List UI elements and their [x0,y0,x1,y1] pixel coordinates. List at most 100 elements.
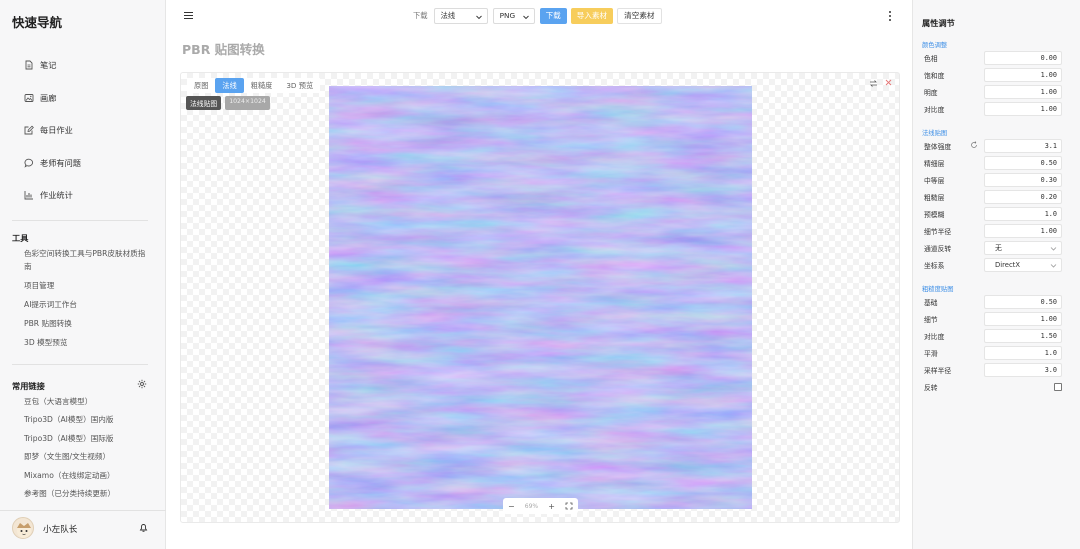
prop-label: 预模糊 [924,211,945,219]
base-input[interactable]: 0.50 [984,295,1062,309]
user-bar: 小左队长 [0,510,166,549]
channel-invert-value: 无 [995,244,1002,252]
link-item[interactable]: Mixamo（在线绑定动画） [24,467,159,485]
tool-item-pbr-convert[interactable]: PBR 贴图转换 [24,318,152,331]
avatar[interactable] [12,517,34,539]
section-normal-map: 法线贴图 [922,130,948,137]
format-value: PNG [499,11,516,20]
link-item[interactable]: 即梦（文生图/文生视频） [24,448,159,466]
menu-icon[interactable] [183,10,194,21]
import-button[interactable]: 导入素材 [570,7,614,24]
prop-label: 饱和度 [924,72,945,80]
prop-row: 明度 1.00 [924,85,1074,99]
tool-item-ai-prompt[interactable]: AI提示词工作台 [24,299,152,312]
prop-label-text: 整体强度 [924,143,952,151]
prop-row: 采样半径 3.0 [924,363,1074,377]
download-button[interactable]: 下载 [539,7,567,24]
nav-label: 作业统计 [40,190,73,201]
medium-layer-input[interactable]: 0.30 [984,173,1062,187]
tab-original[interactable]: 原图 [187,78,215,93]
tab-roughness[interactable]: 粗糙度 [244,78,280,93]
swap-icon[interactable] [869,79,878,88]
prop-label: 色相 [924,55,938,63]
prop-label: 细节半径 [924,228,952,236]
prop-row: 粗糙层 0.20 [924,190,1074,204]
tool-item-color-space[interactable]: 色彩空间转换工具与PBR皮肤材质指南 [24,248,152,273]
map-type-select[interactable]: 法线 [433,7,488,24]
nav-label: 笔记 [40,60,57,71]
sidebar-divider [12,364,148,365]
reset-icon[interactable] [970,141,978,149]
zoom-control: − 69% + [503,498,578,514]
more-options-icon[interactable] [887,10,893,22]
prop-label: 中等层 [924,177,945,185]
bell-icon[interactable] [138,522,149,533]
channel-invert-select[interactable]: 无 [984,241,1062,255]
nav-item-ask-teacher[interactable]: 老师有问题 [0,147,166,180]
nav-item-gallery[interactable]: 画廊 [0,82,166,115]
properties-panel: 属性调节 颜色调整 色相 0.00 饱和度 1.00 明度 1.00 对比度 1.00 … [912,0,1080,549]
link-item[interactable]: 豆包（大语言模型） [24,393,159,411]
prop-row: 预模糊 1.0 [924,207,1074,221]
normal-map-texture [329,86,752,509]
prop-label: 明度 [924,89,938,97]
prop-label: 对比度 [924,333,945,341]
roughness-contrast-input[interactable]: 1.50 [984,329,1062,343]
detail-input[interactable]: 1.00 [984,312,1062,326]
hue-input[interactable]: 0.00 [984,51,1062,65]
tool-item-3d-preview[interactable]: 3D 模型预览 [24,337,152,350]
tool-item-project-management[interactable]: 项目管理 [24,280,152,293]
main-area: 下载 法线 PNG 下载 导入素材 清空素材 PBR 贴图转换 原图 法线 粗糙… [167,0,912,549]
format-select[interactable]: PNG [492,7,535,24]
prop-label: 通道反转 [924,245,952,253]
avatar-image [17,523,31,538]
prop-label: 整体强度 [924,141,984,151]
prop-label: 粗糙层 [924,194,945,202]
tab-normal[interactable]: 法线 [215,78,244,93]
prop-label: 反转 [924,384,938,392]
zoom-level: 69% [524,502,539,510]
detail-radius-input[interactable]: 1.00 [984,224,1062,238]
clear-button[interactable]: 清空素材 [617,7,662,24]
link-item[interactable]: Tripo3D（AI模型）国际版 [24,430,159,448]
resolution-chip: 1024×1024 [225,96,270,110]
nav-label: 每日作业 [40,125,73,136]
prop-row: 平滑 1.0 [924,346,1074,360]
prop-row: 色相 0.00 [924,51,1074,65]
fullscreen-icon[interactable] [565,502,573,510]
saturation-input[interactable]: 1.00 [984,68,1062,82]
zoom-out-button[interactable]: − [508,502,515,511]
gear-icon[interactable] [137,379,147,389]
prop-row: 反转 [924,380,1074,394]
link-item[interactable]: Tripo3D（AI模型）国内版 [24,411,159,429]
download-type-label: 下载 [413,10,428,20]
top-toolbar: 下载 法线 PNG 下载 导入素材 清空素材 [413,7,666,24]
zoom-in-button[interactable]: + [548,502,555,511]
tools-section-title: 工具 [12,233,29,243]
brightness-input[interactable]: 1.00 [984,85,1062,99]
nav-item-daily-homework[interactable]: 每日作业 [0,114,166,147]
tab-3d-preview[interactable]: 3D 预览 [279,78,320,93]
invert-checkbox[interactable] [1054,383,1062,391]
prop-label: 精细层 [924,160,945,168]
prop-label: 采样半径 [924,367,952,375]
contrast-input[interactable]: 1.00 [984,102,1062,116]
prop-row: 坐标系 DirectX [924,258,1074,272]
nav-item-notes[interactable]: 笔记 [0,49,166,82]
sample-radius-input[interactable]: 3.0 [984,363,1062,377]
chevron-down-icon [1050,247,1057,251]
close-icon[interactable] [885,79,892,86]
link-item[interactable]: 参考图（已分类持续更新） [24,485,159,503]
main-nav: 笔记 画廊 每日作业 老师有问题 作业统计 [0,49,166,212]
left-sidebar: 快速导航 笔记 画廊 每日作业 老师有问题 作业统计 工具 色彩空间转换工具与P… [0,0,166,549]
smooth-input[interactable]: 1.0 [984,346,1062,360]
coarse-layer-input[interactable]: 0.20 [984,190,1062,204]
section-color-adjust: 颜色调整 [922,42,948,49]
tools-list: 色彩空间转换工具与PBR皮肤材质指南 项目管理 AI提示词工作台 PBR 贴图转… [24,248,152,356]
fine-layer-input[interactable]: 0.50 [984,156,1062,170]
nav-item-homework-stats[interactable]: 作业统计 [0,179,166,212]
strength-input[interactable]: 3.1 [984,139,1062,153]
pre-blur-input[interactable]: 1.0 [984,207,1062,221]
coordinate-system-select[interactable]: DirectX [984,258,1062,272]
prop-row: 细节半径 1.00 [924,224,1074,238]
